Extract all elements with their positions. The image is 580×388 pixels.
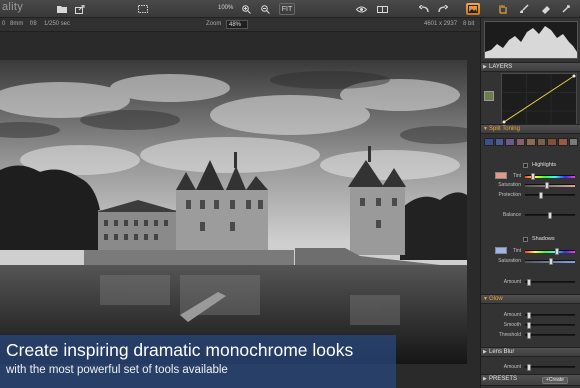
eraser-tool-icon[interactable] [540,3,552,15]
brush-tool-icon[interactable] [518,3,530,15]
split-toning-header[interactable]: ▼ Split Toning [481,124,580,134]
lens-blur-label: Lens Blur [489,349,515,355]
shadow-tint-slider[interactable] [525,248,575,255]
highlights-checkbox[interactable] [523,163,528,168]
image-info-bar: 0 8mm f/8 1/250 sec Zoom 48% 4601 x 2937… [0,18,480,32]
bit-depth: 8 bit [463,21,475,27]
lens-blur-amount-slider[interactable] [525,364,575,371]
layers-label: LAYERS [489,64,513,70]
protection-label: Protection [498,192,521,198]
glow-threshold-slider[interactable] [525,332,575,339]
caption-title: Create inspiring dramatic monochrome loo… [6,340,354,360]
zoom-label: Zoom [206,21,222,27]
shadow-saturation-slider[interactable] [525,258,575,265]
app-title: ality [2,1,24,13]
image-dimensions: 4601 x 2937 [424,21,458,27]
lens-blur-amount-label: Amount [503,364,521,370]
top-toolbar: ality 100% FIT [0,0,580,18]
glow-amount-slider[interactable] [525,312,575,319]
focal-length: 8mm [10,21,24,27]
collapse-arrow-icon: ▶ [483,64,487,70]
zoom-out-icon[interactable] [259,3,271,15]
split-toning-preset-swatch[interactable] [557,138,568,146]
curve-layer-thumbnail[interactable] [484,91,494,101]
glow-label: Glow [489,296,503,302]
zoom-percent-label[interactable]: 100% [218,5,233,11]
highlight-saturation-label: Saturation [498,182,521,188]
split-toning-preset-swatch[interactable] [526,138,536,146]
shadow-saturation-label: Saturation [498,258,521,264]
compare-icon[interactable] [375,3,389,15]
caption-subtitle: with the most powerful set of tools avai… [6,364,228,376]
split-amount-slider[interactable] [525,279,575,286]
fit-button[interactable]: FIT [279,3,295,15]
hand-tool-icon[interactable] [496,3,508,15]
highlight-saturation-slider[interactable] [525,182,575,189]
shadow-tint-label: Tint [512,248,521,254]
split-toning-preset-swatch[interactable] [568,138,579,146]
preview-eye-icon[interactable] [354,3,368,15]
app-window: ality 100% FIT 0 8mm f/8 1/250 sec Zoom … [0,0,580,388]
aperture: f/8 [30,21,37,27]
protection-slider[interactable] [525,192,575,199]
expand-arrow-icon: ▼ [483,126,488,132]
split-toning-preset-swatch[interactable] [505,138,515,146]
adjustments-panel: ▶ LAYERS ▼ Split Toning Highlights Tint … [480,18,580,388]
collapse-arrow-icon: ▶ [483,349,487,355]
glow-smooth-slider[interactable] [525,322,575,329]
open-folder-icon[interactable] [56,3,68,15]
balance-label: Balance [502,212,521,218]
clone-tool-icon[interactable] [560,3,572,15]
zoom-select[interactable]: 48% [226,20,248,29]
glow-smooth-label: Smooth [503,322,521,328]
split-toning-preset-swatch[interactable] [515,138,526,146]
collapse-arrow-icon: ▶ [483,376,487,382]
create-label: Create [548,377,564,383]
split-amount-label: Amount [503,279,521,285]
crop-frame-icon[interactable] [137,3,149,15]
image-view-icon[interactable] [466,3,480,15]
highlights-label: Highlights [532,162,557,168]
split-toning-preset-swatch[interactable] [484,138,494,146]
split-toning-preset-swatch[interactable] [494,138,505,146]
presets-label: PRESETS [489,376,518,382]
shadows-checkbox[interactable] [523,237,528,242]
info-left-digit: 0 [2,21,6,27]
export-icon[interactable] [74,3,86,15]
lens-blur-header[interactable]: ▶ Lens Blur [481,347,580,357]
tint-label: Tint [512,173,521,179]
layers-header[interactable]: ▶ LAYERS [481,62,580,72]
balance-slider[interactable] [525,212,575,219]
expand-arrow-icon: ▼ [483,296,488,302]
shadows-label: Shadows [532,236,555,242]
shutter-speed: 1/250 sec [44,21,71,27]
presets-header[interactable]: ▶ PRESETS +Create [481,374,580,386]
glow-threshold-label: Threshold [498,332,521,338]
promo-caption-banner: Create inspiring dramatic monochrome loo… [0,335,396,388]
glow-amount-label: Amount [503,312,521,318]
photo-preview[interactable] [0,60,467,364]
redo-icon[interactable] [437,3,449,15]
split-toning-preset-swatch[interactable] [547,138,557,146]
tone-curve-editor[interactable] [501,73,577,125]
zoom-in-icon[interactable] [240,3,252,15]
split-toning-label: Split Toning [489,126,520,132]
glow-header[interactable]: ▼ Glow [481,294,580,304]
create-preset-button[interactable]: +Create [542,377,568,384]
split-toning-presets [484,138,579,148]
highlight-tint-slider[interactable] [525,173,575,180]
split-toning-preset-swatch[interactable] [536,138,547,146]
histogram [484,21,578,59]
undo-icon[interactable] [418,3,430,15]
